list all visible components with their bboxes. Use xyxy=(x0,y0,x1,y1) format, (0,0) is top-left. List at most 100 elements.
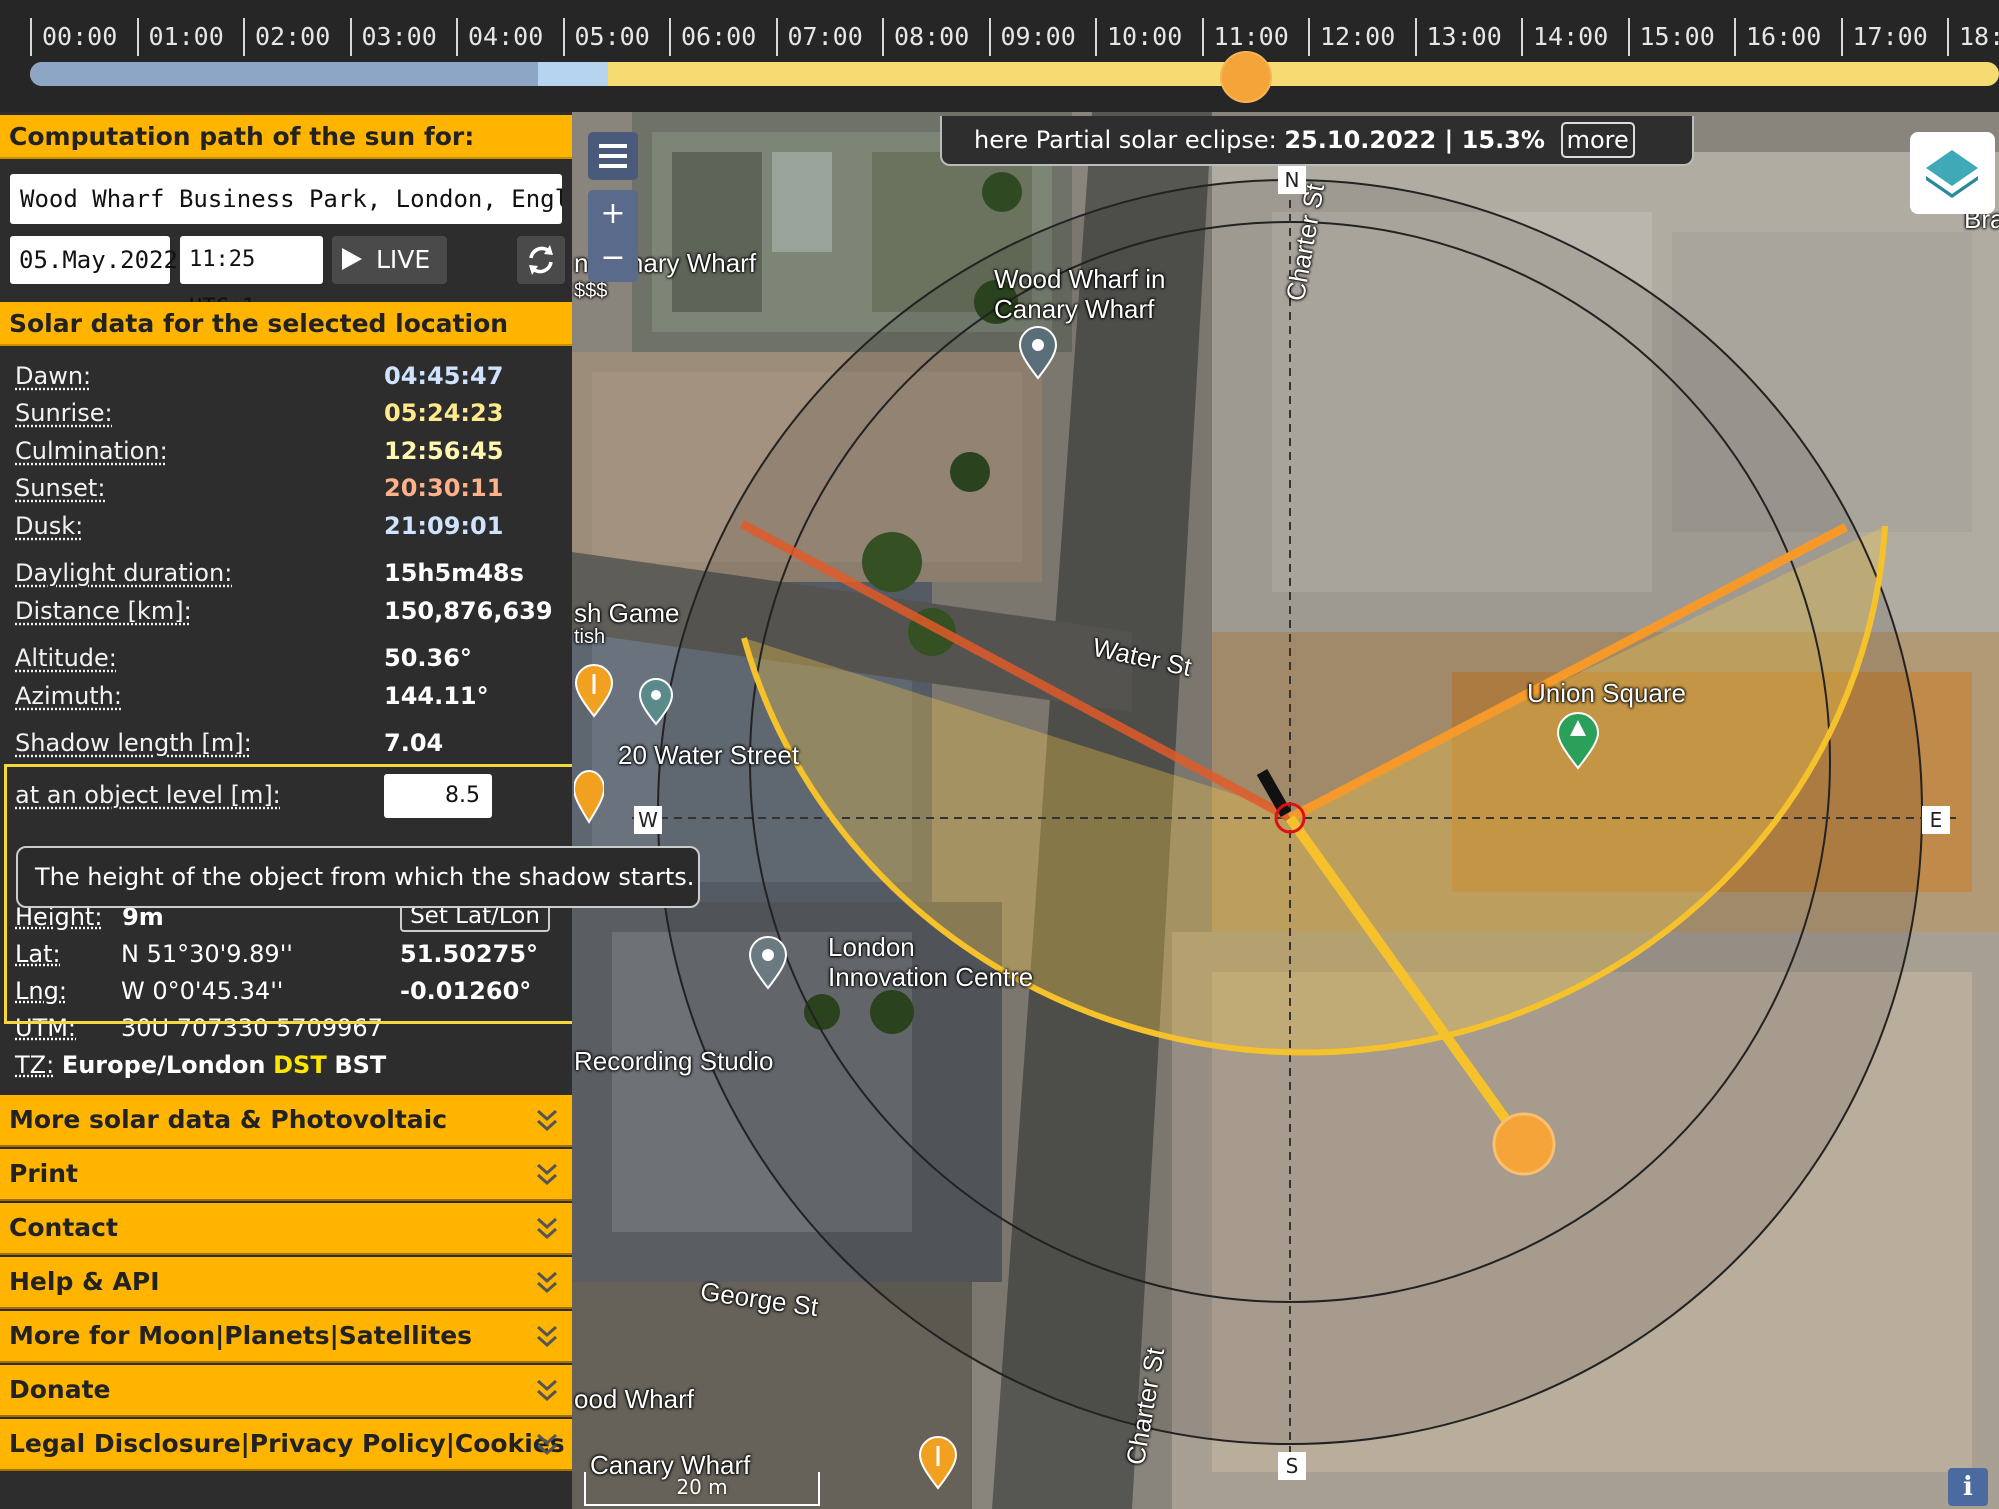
time-input[interactable]: 11:25 UTC+1 xyxy=(180,236,323,284)
date-input[interactable]: 05.May.2022 xyxy=(10,236,170,284)
chevron-double-down-icon xyxy=(536,1323,558,1351)
dusk-label[interactable]: Dusk: xyxy=(15,511,83,541)
satellite-map[interactable]: n Canary Wharf $$$ Wood Wharf in Canary … xyxy=(572,112,1999,1509)
chevron-double-down-icon xyxy=(536,1161,558,1189)
compass-north: N xyxy=(1278,166,1306,194)
timeline-time-handle[interactable] xyxy=(1220,51,1272,103)
accordion-item-label: More solar data & Photovoltaic xyxy=(9,1105,447,1134)
map-pin-icon[interactable] xyxy=(638,678,674,726)
layers-button[interactable] xyxy=(1910,132,1995,214)
timeline-track[interactable] xyxy=(30,62,1999,86)
accordion-item-label: Legal Disclosure|Privacy Policy|Cookies xyxy=(9,1429,565,1458)
map-pin-icon[interactable] xyxy=(748,936,788,990)
location-search-input[interactable]: Wood Wharf Business Park, London, Englan… xyxy=(10,174,562,224)
azimuth-value: 144.11° xyxy=(384,681,489,711)
restaurant-icon[interactable] xyxy=(574,664,614,718)
map-label-recording-studio: Recording Studio xyxy=(574,1046,773,1077)
info-button[interactable]: i xyxy=(1948,1468,1988,1506)
accordion-item[interactable]: Print xyxy=(0,1149,572,1201)
tz-abbr: BST xyxy=(334,1051,386,1079)
accordion-item[interactable]: More solar data & Photovoltaic xyxy=(0,1095,572,1147)
play-icon xyxy=(342,248,362,270)
timeline-night-segment xyxy=(30,62,538,86)
timeline-hour-label[interactable]: 16:00 xyxy=(1734,18,1821,56)
sunrise-label[interactable]: Sunrise: xyxy=(15,398,113,428)
map-menu-button[interactable] xyxy=(588,132,638,180)
accordion-item-label: Help & API xyxy=(9,1267,160,1296)
map-label-wood-wharf-2: Canary Wharf xyxy=(994,294,1154,325)
accordion-item[interactable]: Donate xyxy=(0,1365,572,1417)
refresh-icon xyxy=(517,236,565,284)
timeline-hour-label[interactable]: 00:00 xyxy=(30,18,117,56)
eclipse-value: 25.10.2022 | 15.3% xyxy=(1284,126,1545,154)
timeline-hour-label[interactable]: 14:00 xyxy=(1521,18,1608,56)
chevron-double-down-icon xyxy=(536,1107,558,1135)
sunset-value: 20:30:11 xyxy=(384,473,503,503)
accordion-item[interactable]: Legal Disclosure|Privacy Policy|Cookies xyxy=(0,1419,572,1471)
map-label-tish: tish xyxy=(574,626,605,649)
eclipse-prefix: here Partial solar eclipse: xyxy=(974,126,1277,154)
culmination-value: 12:56:45 xyxy=(384,436,503,466)
distance-value: 150,876,639 xyxy=(384,596,553,626)
timeline-hour-label[interactable]: 03:00 xyxy=(350,18,437,56)
timeline-hour-label[interactable]: 06:00 xyxy=(669,18,756,56)
refresh-button[interactable] xyxy=(517,236,565,284)
culmination-label[interactable]: Culmination: xyxy=(15,436,168,466)
timeline-hour-label[interactable]: 17:00 xyxy=(1841,18,1928,56)
restaurant-icon[interactable] xyxy=(918,1436,958,1490)
altitude-value: 50.36° xyxy=(384,643,472,673)
map-label-innovation-centre: Innovation Centre xyxy=(828,962,1033,993)
compass-south: S xyxy=(1278,1452,1306,1480)
sun-info-panel: Computation path of the sun for: Wood Wh… xyxy=(0,112,572,1509)
map-label-wood-wharf-1: Wood Wharf in xyxy=(994,264,1165,295)
menu-icon xyxy=(588,132,638,180)
timeline-hour-label[interactable]: 13:00 xyxy=(1415,18,1502,56)
layers-icon xyxy=(1910,132,1995,214)
map-label-price: $$$ xyxy=(574,280,607,303)
eclipse-banner: here Partial solar eclipse: 25.10.2022 |… xyxy=(940,116,1694,166)
map-label-london: London xyxy=(828,932,915,963)
eclipse-more-button[interactable]: more xyxy=(1561,122,1635,158)
sunset-label[interactable]: Sunset: xyxy=(15,473,105,503)
timeline-hour-label[interactable]: 01:00 xyxy=(137,18,224,56)
timeline-bar[interactable]: 00:00 01:00 02:00 03:00 04:00 05:00 06:00 07:00… xyxy=(0,0,1999,112)
compass-west: W xyxy=(634,806,662,834)
zoom-in-button[interactable]: + xyxy=(588,190,638,240)
timeline-hour-label[interactable]: 02:00 xyxy=(243,18,330,56)
live-button[interactable]: LIVE xyxy=(332,236,447,284)
tz-name: Europe/London xyxy=(62,1051,266,1079)
distance-label[interactable]: Distance [km]: xyxy=(15,596,192,626)
timeline-hour-label[interactable]: 05:00 xyxy=(563,18,650,56)
tz-dst: DST xyxy=(273,1051,327,1079)
map-label-ood-wharf: ood Wharf xyxy=(574,1384,694,1415)
solar-data-header: Solar data for the selected location xyxy=(0,302,572,346)
object-level-tooltip: The height of the object from which the … xyxy=(16,846,700,908)
accordion-item[interactable]: Help & API xyxy=(0,1257,572,1309)
accordion-item-label: More for Moon|Planets|Satellites xyxy=(9,1321,472,1350)
map-pin-icon[interactable] xyxy=(1018,326,1058,380)
timeline-hour-label[interactable]: 12:00 xyxy=(1308,18,1395,56)
accordion-item-label: Donate xyxy=(9,1375,111,1404)
accordion-item[interactable]: Contact xyxy=(0,1203,572,1255)
tree-icon[interactable] xyxy=(1556,712,1600,770)
zoom-out-button[interactable]: − xyxy=(588,240,638,282)
timeline-hour-label[interactable]: 09:00 xyxy=(989,18,1076,56)
timeline-hour-label[interactable]: 04:00 xyxy=(456,18,543,56)
map-label-game: sh Game xyxy=(574,598,680,629)
shadow-length-value: 7.04 xyxy=(384,728,443,758)
timeline-hour-label[interactable]: 10:00 xyxy=(1095,18,1182,56)
timeline-hour-label[interactable]: 08:00 xyxy=(882,18,969,56)
shadow-length-label[interactable]: Shadow length [m]: xyxy=(15,728,252,758)
timeline-dawn-segment xyxy=(538,62,608,86)
altitude-label[interactable]: Altitude: xyxy=(15,643,117,673)
azimuth-label[interactable]: Azimuth: xyxy=(15,681,122,711)
timeline-hour-label[interactable]: 07:00 xyxy=(776,18,863,56)
accordion-item[interactable]: More for Moon|Planets|Satellites xyxy=(0,1311,572,1363)
daylight-label[interactable]: Daylight duration: xyxy=(15,558,232,588)
chevron-double-down-icon xyxy=(536,1269,558,1297)
dawn-label[interactable]: Dawn: xyxy=(15,361,91,391)
timeline-hour-label[interactable]: 18: xyxy=(1947,18,1999,56)
restaurant-icon[interactable] xyxy=(574,770,604,824)
accordion-item-label: Print xyxy=(9,1159,78,1188)
timeline-hour-label[interactable]: 15:00 xyxy=(1628,18,1715,56)
